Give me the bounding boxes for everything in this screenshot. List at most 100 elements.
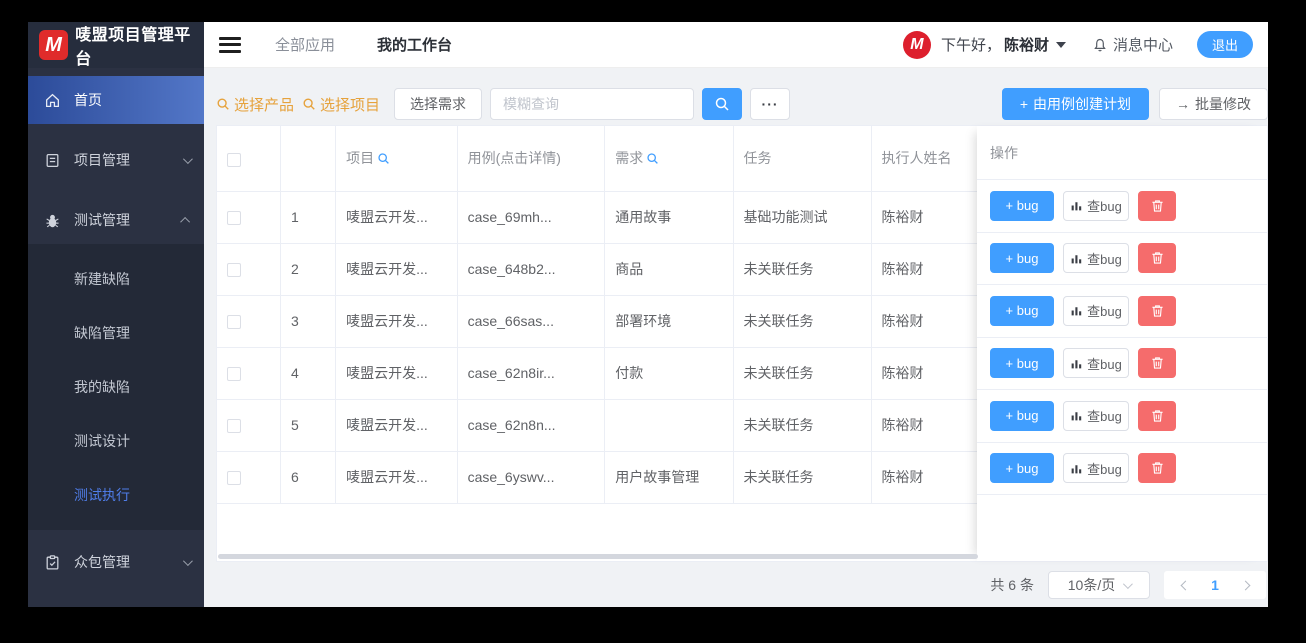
usecase-cell[interactable]: case_66sas...: [457, 295, 606, 348]
row-index: 1: [280, 191, 337, 244]
view-bug-label: 查bug: [1087, 199, 1122, 215]
delete-button[interactable]: [1138, 190, 1176, 221]
delete-button[interactable]: [1138, 400, 1176, 431]
operations-row: + bug 查bug: [977, 390, 1267, 443]
sidebar-item-test-design[interactable]: 测试设计: [28, 414, 204, 468]
row-checkbox[interactable]: [227, 419, 241, 434]
batch-edit-button[interactable]: → 批量修改: [1159, 88, 1268, 120]
add-bug-button[interactable]: + bug: [990, 243, 1054, 274]
document-icon: [44, 152, 61, 169]
sidebar-item-defect-management[interactable]: 缺陷管理: [28, 306, 204, 360]
bell-icon: [1092, 37, 1108, 53]
col-project[interactable]: 项目: [335, 126, 458, 192]
page-size-select[interactable]: 10条/页: [1048, 571, 1150, 599]
delete-button[interactable]: [1138, 348, 1176, 379]
sidebar-item-partial[interactable]: 结算管理: [28, 598, 204, 607]
select-requirement-button[interactable]: 选择需求: [394, 88, 483, 120]
add-bug-button[interactable]: + bug: [990, 400, 1054, 431]
col-usecase: 用例(点击详情): [457, 126, 606, 192]
usecase-cell[interactable]: case_62n8n...: [457, 399, 606, 452]
user-menu[interactable]: 下午好， 陈裕财: [941, 34, 1066, 55]
requirement-cell: 通用故事: [604, 191, 734, 244]
view-bug-label: 查bug: [1087, 251, 1122, 267]
add-bug-button[interactable]: + bug: [990, 190, 1054, 221]
prev-page-button[interactable]: [1170, 571, 1200, 599]
add-bug-button[interactable]: + bug: [990, 295, 1054, 326]
screen: M 唛盟项目管理平台 全部应用 我的工作台 M 下午好， 陈裕财 消息中心 退出…: [0, 0, 1306, 643]
home-icon: [44, 92, 61, 109]
create-plan-label: 由用例创建计划: [1033, 96, 1131, 112]
menu-toggle-icon[interactable]: [219, 36, 241, 53]
tab-all-apps[interactable]: 全部应用: [275, 34, 335, 55]
col-requirement[interactable]: 需求: [604, 126, 734, 192]
logout-button[interactable]: 退出: [1196, 31, 1253, 58]
sidebar-item-projects[interactable]: 项目管理: [28, 136, 204, 184]
sidebar-item-my-defects[interactable]: 我的缺陷: [28, 360, 204, 414]
view-bug-button[interactable]: 查bug: [1063, 400, 1129, 431]
select-project-link[interactable]: 选择项目: [302, 94, 380, 115]
operations-column: 操作 + bug 查bug + bug 查bug + bug 查bug + bu…: [977, 126, 1267, 561]
horizontal-scrollbar[interactable]: [218, 554, 978, 559]
search-button[interactable]: [702, 88, 743, 120]
tab-my-workbench[interactable]: 我的工作台: [377, 34, 452, 55]
usecase-cell[interactable]: case_62n8ir...: [457, 347, 606, 400]
select-all-checkbox[interactable]: [227, 152, 241, 167]
row-checkbox[interactable]: [227, 211, 241, 226]
fuzzy-search-input[interactable]: [490, 88, 695, 120]
requirement-cell: 用户故事管理: [604, 451, 734, 504]
sidebar-item-label: 众包管理: [74, 554, 130, 570]
username: 陈裕财: [1003, 37, 1049, 54]
trash-icon: [1151, 251, 1164, 265]
row-checkbox[interactable]: [227, 263, 241, 278]
add-bug-button[interactable]: + bug: [990, 348, 1054, 379]
sidebar-item-label: 项目管理: [74, 152, 130, 168]
message-center[interactable]: 消息中心: [1092, 34, 1173, 55]
requirement-cell: 部署环境: [604, 295, 734, 348]
app-logo[interactable]: M 唛盟项目管理平台: [28, 22, 204, 68]
select-product-link[interactable]: 选择产品: [216, 94, 294, 115]
sidebar-item-home[interactable]: 首页: [28, 76, 204, 124]
usecase-cell[interactable]: case_648b2...: [457, 243, 606, 296]
create-plan-button[interactable]: + 由用例创建计划: [1001, 88, 1149, 120]
bar-chart-icon: [1070, 252, 1083, 265]
more-filters-button[interactable]: ···: [750, 88, 791, 120]
search-icon[interactable]: [377, 152, 390, 165]
chevron-right-icon: [1240, 580, 1250, 590]
usecase-cell[interactable]: case_6yswv...: [457, 451, 606, 504]
delete-button[interactable]: [1138, 453, 1176, 484]
view-bug-label: 查bug: [1087, 304, 1122, 320]
total-count: 共 6 条: [990, 577, 1034, 593]
page-size-label: 10条/页: [1067, 577, 1116, 593]
row-checkbox[interactable]: [227, 315, 241, 330]
usecase-cell[interactable]: case_69mh...: [457, 191, 606, 244]
view-bug-button[interactable]: 查bug: [1063, 348, 1129, 379]
trash-icon: [1151, 356, 1164, 370]
delete-button[interactable]: [1138, 295, 1176, 326]
view-bug-button[interactable]: 查bug: [1063, 243, 1129, 274]
avatar[interactable]: M: [902, 30, 931, 59]
view-bug-button[interactable]: 查bug: [1063, 190, 1129, 221]
toolbar-right: + 由用例创建计划 → 批量修改: [1001, 88, 1268, 120]
sidebar-item-crowdsourcing[interactable]: 众包管理: [28, 538, 204, 586]
row-checkbox[interactable]: [227, 471, 241, 486]
task-cell: 未关联任务: [733, 295, 872, 348]
sidebar-item-test-execution[interactable]: 测试执行: [28, 468, 204, 522]
main-content: 选择产品 选择项目 选择需求 ···: [204, 68, 1268, 607]
next-page-button[interactable]: [1230, 571, 1260, 599]
row-index: 3: [280, 295, 337, 348]
delete-button[interactable]: [1138, 243, 1176, 274]
bar-chart-icon: [1070, 199, 1083, 212]
view-bug-label: 查bug: [1087, 409, 1122, 425]
row-checkbox[interactable]: [227, 367, 241, 382]
view-bug-button[interactable]: 查bug: [1063, 295, 1129, 326]
project-cell: 唛盟云开发...: [335, 243, 458, 296]
page-number[interactable]: 1: [1200, 577, 1230, 593]
view-bug-button[interactable]: 查bug: [1063, 453, 1129, 484]
top-bar-main: 全部应用 我的工作台 M 下午好， 陈裕财 消息中心 退出: [204, 22, 1268, 67]
add-bug-button[interactable]: + bug: [990, 453, 1054, 484]
project-cell: 唛盟云开发...: [335, 295, 458, 348]
sidebar-item-testing[interactable]: 测试管理: [28, 196, 204, 244]
top-bar: M 唛盟项目管理平台 全部应用 我的工作台 M 下午好， 陈裕财 消息中心 退出: [28, 22, 1268, 68]
sidebar-item-new-defect[interactable]: 新建缺陷: [28, 252, 204, 306]
search-icon[interactable]: [646, 152, 659, 165]
